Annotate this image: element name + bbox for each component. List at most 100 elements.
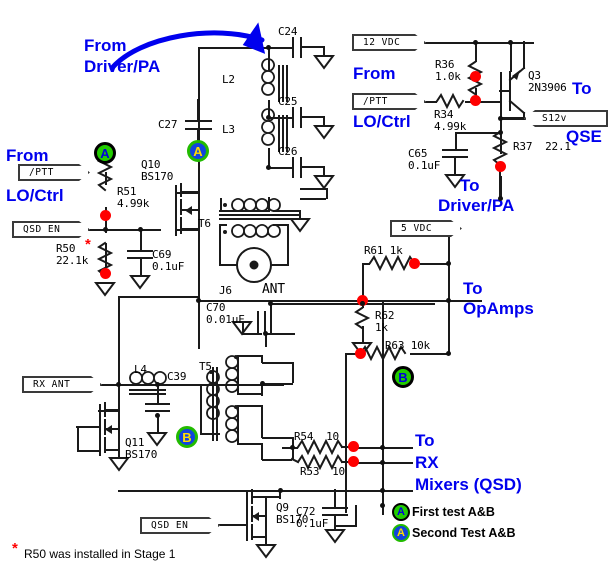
- junction-dot-r54: [348, 441, 359, 452]
- label-l3: L3: [222, 123, 235, 136]
- node-dot: [446, 261, 451, 266]
- node-dot: [266, 45, 271, 50]
- test-point-b-r63[interactable]: B: [392, 366, 414, 388]
- port-label: QSD EN: [151, 520, 189, 531]
- wire: [198, 47, 200, 211]
- footnote-text: R50 was installed in Stage 1: [24, 547, 176, 561]
- badge-letter: B: [398, 369, 408, 385]
- junction-dot-r37: [495, 161, 506, 172]
- wire: [198, 47, 270, 49]
- wire: [292, 362, 294, 383]
- wire: [118, 436, 120, 458]
- label-q11-value: BS170: [125, 448, 158, 461]
- node-dot: [380, 503, 385, 508]
- wire: [268, 47, 293, 49]
- port-label: 5 VDC: [401, 223, 433, 234]
- junction-dot-r51-r50: [100, 210, 111, 221]
- annotation-to-opamps-line2: OpAmps: [463, 299, 534, 318]
- label-r37: R37 22.1: [513, 140, 571, 153]
- port-label: QSD EN: [23, 224, 61, 235]
- label-c25: C25: [278, 95, 298, 108]
- annotation-to-rx-mixers-line3: Mixers (QSD): [415, 475, 522, 494]
- port-ptt-left[interactable]: /PTT: [18, 164, 90, 181]
- wire: [242, 333, 262, 335]
- node-dot: [116, 382, 121, 387]
- wire: [362, 326, 364, 343]
- test-point-b-c39[interactable]: B: [176, 426, 198, 448]
- annotation-to-qse-line1: To: [572, 79, 592, 98]
- wire: [105, 243, 107, 268]
- wire: [105, 172, 107, 185]
- port-label: S12v: [542, 113, 567, 124]
- port-s12v[interactable]: S12v: [524, 110, 608, 127]
- wire: [455, 132, 457, 150]
- node-dot: [446, 351, 451, 356]
- wire: [424, 101, 437, 103]
- annotation-from-lo-ctrl-right-line1: From: [353, 64, 396, 83]
- port-ptt-right[interactable]: /PTT: [352, 93, 426, 110]
- junction-dot-r36: [470, 71, 481, 82]
- annotation-to-rx-mixers-line1: To: [415, 431, 435, 450]
- wire: [200, 384, 202, 434]
- port-qsd-en-bottom[interactable]: QSD EN: [140, 517, 220, 534]
- label-r62-value: 1k: [375, 321, 388, 334]
- node-dot: [278, 488, 283, 493]
- wire: [500, 132, 502, 154]
- wire: [268, 117, 293, 119]
- label-c70-value: 0.01uF: [206, 313, 245, 326]
- legend-label-second: Second Test A&B: [412, 526, 516, 540]
- legend-label-first: First test A&B: [412, 505, 495, 519]
- node-dot: [155, 382, 160, 387]
- wire: [424, 42, 534, 44]
- badge-letter: A: [397, 527, 405, 539]
- badge-letter: A: [193, 143, 203, 159]
- node-dot: [290, 445, 295, 450]
- wire: [118, 296, 120, 384]
- label-r63: R63 10k: [385, 339, 430, 352]
- test-point-a-c27[interactable]: A: [187, 140, 209, 162]
- wire: [118, 296, 199, 298]
- port-label: /PTT: [363, 96, 388, 107]
- wire: [265, 333, 295, 335]
- node-dot: [380, 460, 385, 465]
- wire: [268, 197, 270, 211]
- port-5vdc[interactable]: 5 VDC: [390, 220, 462, 237]
- wire: [500, 176, 502, 198]
- port-rx-ant[interactable]: RX ANT: [22, 376, 102, 393]
- junction-dot-r50-gnd: [100, 268, 111, 279]
- label-t6: T6: [198, 217, 211, 230]
- wire: [118, 384, 120, 410]
- test-point-a-ptt[interactable]: A: [94, 142, 116, 164]
- wire: [262, 362, 292, 364]
- node-dot: [266, 165, 271, 170]
- wire: [355, 505, 357, 527]
- node-dot: [263, 331, 268, 336]
- label-c26: C26: [278, 145, 298, 158]
- node-dot: [260, 381, 265, 386]
- label-c24: C24: [278, 25, 298, 38]
- annotation-from-lo-ctrl-right-line2: LO/Ctrl: [353, 112, 411, 131]
- port-12vdc[interactable]: 12 VDC: [352, 34, 426, 51]
- junction-dot-r63: [355, 348, 366, 359]
- wire: [262, 383, 293, 385]
- node-dot: [266, 115, 271, 120]
- legend-badge-first: A: [392, 503, 410, 521]
- wire: [448, 228, 450, 353]
- label-l2: L2: [222, 73, 235, 86]
- wire: [270, 303, 272, 333]
- wire: [200, 433, 220, 435]
- label-r34-value: 4.99k: [434, 120, 467, 133]
- wire: [140, 229, 142, 251]
- label-ant: ANT: [262, 282, 285, 297]
- junction-dot-r34-base: [470, 95, 481, 106]
- label-c27: C27: [158, 118, 178, 131]
- wire: [157, 384, 159, 404]
- node-dot: [446, 298, 451, 303]
- wire: [176, 229, 199, 231]
- wire: [105, 229, 161, 231]
- port-qsd-en-left[interactable]: QSD EN: [12, 221, 90, 238]
- wire: [220, 198, 222, 211]
- label-c65-value: 0.1uF: [408, 159, 441, 172]
- wire: [270, 303, 435, 305]
- wire: [220, 210, 270, 212]
